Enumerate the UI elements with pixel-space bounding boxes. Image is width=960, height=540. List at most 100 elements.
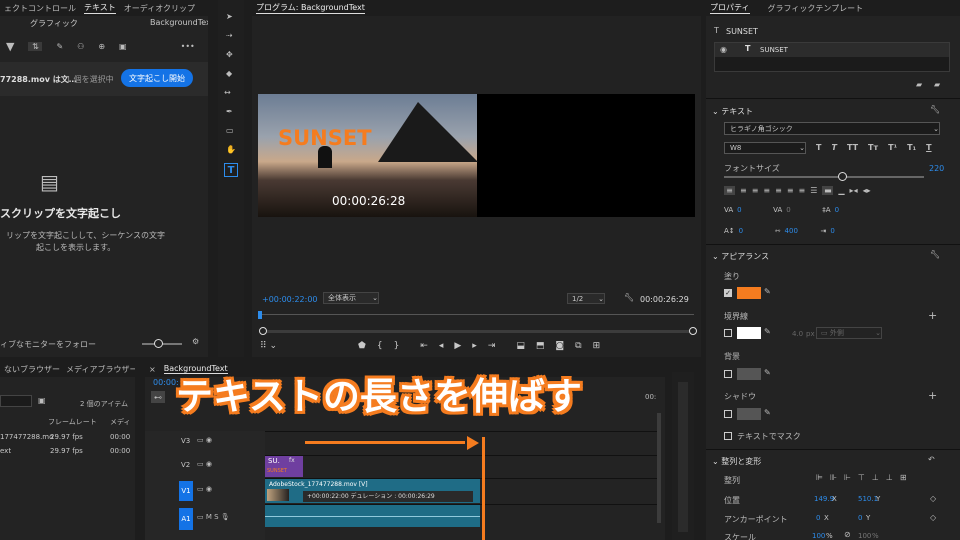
keyframe-icon[interactable]: ◇: [930, 513, 936, 522]
slip-tool-icon[interactable]: ↔: [224, 88, 231, 97]
background-checkbox[interactable]: [724, 370, 732, 378]
anchor-y[interactable]: 0: [858, 514, 862, 522]
table-row[interactable]: 177477288.mo 29.97 fps 00:00: [0, 431, 135, 445]
stroke-position-dropdown[interactable]: ▭ 外側 ⌄: [816, 327, 882, 339]
timeline-scrollbar[interactable]: [657, 413, 661, 523]
transcribe-button[interactable]: 文字起こし開始: [121, 69, 193, 87]
folder-icon[interactable]: ▰: [916, 80, 922, 89]
leading-value[interactable]: 0: [835, 206, 839, 214]
settings-icon[interactable]: ⚙: [192, 337, 199, 346]
track-v3[interactable]: V3: [181, 437, 190, 445]
align-section-title[interactable]: ⌄ 整列と変形: [712, 456, 761, 467]
tab-effect-controls[interactable]: ェクトコントロール: [4, 3, 76, 14]
justify-right-icon[interactable]: ≡: [787, 186, 794, 195]
out-point-icon[interactable]: }: [394, 341, 400, 351]
font-dropdown[interactable]: ヒラギノ角ゴシック ⌄: [724, 122, 940, 135]
smallcaps-icon[interactable]: Tт: [868, 143, 878, 152]
wrench-icon[interactable]: 🔧︎: [624, 293, 634, 302]
more-icon[interactable]: •••: [181, 42, 195, 51]
reset-icon[interactable]: ↶: [928, 455, 935, 464]
fill-swatch[interactable]: [737, 287, 761, 299]
align-right-edge-icon[interactable]: ⊩: [844, 473, 851, 482]
camera-icon[interactable]: ◙: [555, 341, 564, 351]
font-size-thumb[interactable]: [838, 172, 847, 181]
zoom-scrollbar[interactable]: [262, 330, 692, 333]
program-title[interactable]: プログラム: BackgroundText: [256, 2, 365, 14]
track-output-icon[interactable]: ▭ ◉: [197, 436, 212, 444]
search-input[interactable]: [0, 395, 32, 407]
distribute-icon[interactable]: ⊞: [900, 473, 907, 482]
shadow-checkbox[interactable]: [724, 410, 732, 418]
resolution-dropdown[interactable]: 1/2 ⌄: [567, 293, 605, 304]
go-in-icon[interactable]: ⇤: [420, 341, 428, 351]
align-right-icon[interactable]: ≡: [752, 186, 759, 195]
eyedropper-icon[interactable]: ✎: [764, 408, 771, 417]
ltr-icon[interactable]: ▸◂: [850, 186, 858, 195]
font-size-slider[interactable]: [724, 176, 924, 178]
add-shadow-icon[interactable]: +: [928, 389, 937, 402]
fit-dropdown[interactable]: 全体表示 ⌄: [323, 292, 379, 304]
track-select-tool-icon[interactable]: ⇢: [226, 31, 233, 40]
lift-icon[interactable]: ⬓: [516, 341, 525, 351]
align-top-icon[interactable]: ⊤: [858, 473, 865, 482]
safe-margins-icon[interactable]: ⠿ ⌄: [260, 341, 277, 351]
proxy-icon[interactable]: ⊞: [593, 341, 601, 351]
scale-x[interactable]: 100: [812, 532, 825, 540]
tab-width-value[interactable]: 0: [830, 227, 834, 235]
tab-properties[interactable]: プロパティ: [710, 2, 750, 14]
eyedropper-icon[interactable]: ✎: [764, 327, 771, 336]
rectangle-tool-icon[interactable]: ▭: [226, 126, 234, 135]
marker-icon[interactable]: ⬟: [358, 341, 366, 351]
razor-tool-icon[interactable]: ◆: [226, 69, 232, 78]
playhead[interactable]: [258, 311, 262, 319]
eyedropper-icon[interactable]: ✎: [764, 368, 771, 377]
rtl-icon[interactable]: ◂▸: [863, 186, 871, 195]
background-swatch[interactable]: [737, 368, 761, 380]
pen-tool-icon[interactable]: ✒: [226, 107, 233, 116]
align-center-icon[interactable]: ≡: [740, 186, 747, 195]
shadow-swatch[interactable]: [737, 408, 761, 420]
new-bin-icon[interactable]: ▣: [38, 396, 46, 405]
text-section-title[interactable]: ⌄ テキスト: [712, 106, 753, 117]
align-left-edge-icon[interactable]: ⊫: [816, 473, 823, 482]
eyedropper-icon[interactable]: ✎: [764, 287, 771, 296]
fill-checkbox[interactable]: ✓: [724, 289, 732, 297]
filter-icon[interactable]: ▼: [6, 40, 14, 53]
close-icon[interactable]: ×: [149, 365, 156, 374]
align-v-center-icon[interactable]: ⊥: [872, 473, 879, 482]
track-output-icon[interactable]: ▭ ◉: [197, 460, 212, 468]
track-output-icon[interactable]: ▭ ◉: [197, 485, 212, 493]
timeline-timecode[interactable]: 00:00:: [153, 378, 179, 387]
snap-icon[interactable]: ⊷: [151, 391, 165, 403]
tracking-value[interactable]: 0: [786, 206, 818, 214]
tab-project[interactable]: ないブラウザー: [4, 364, 60, 375]
current-timecode[interactable]: +00:00:22:00: [262, 295, 318, 304]
bottom-align-icon[interactable]: ▁: [838, 186, 844, 195]
track-v1[interactable]: V1: [179, 481, 193, 501]
allcaps-icon[interactable]: TT: [847, 143, 858, 152]
table-row[interactable]: ext 29.97 fps 00:00: [0, 445, 135, 459]
baseline-value[interactable]: 0: [739, 227, 771, 235]
tab-text[interactable]: テキスト: [84, 2, 116, 14]
underline-icon[interactable]: T: [926, 143, 931, 152]
superscript-icon[interactable]: T¹: [888, 143, 897, 152]
type-tool-icon[interactable]: T: [224, 163, 238, 177]
justify-all-icon[interactable]: ≡: [799, 186, 806, 195]
new-layer-icon[interactable]: ▰: [934, 80, 940, 89]
col-media[interactable]: メディ: [110, 417, 131, 427]
step-back-icon[interactable]: ◂: [439, 341, 444, 351]
stroke-checkbox[interactable]: [724, 329, 732, 337]
italic-icon[interactable]: T: [831, 143, 836, 152]
extract-icon[interactable]: ⬒: [536, 341, 545, 351]
track-v2[interactable]: V2: [181, 461, 190, 469]
tab-audio-clip[interactable]: オーディオクリップ: [124, 3, 195, 14]
link-icon[interactable]: ⊘: [844, 530, 851, 539]
caption-icon[interactable]: ⇅: [28, 41, 43, 51]
eye-icon[interactable]: ◉: [720, 45, 727, 54]
justify-center-icon[interactable]: ≡: [775, 186, 782, 195]
font-size-value[interactable]: 220: [929, 164, 944, 173]
kerning-value[interactable]: 0: [737, 206, 769, 214]
bold-icon[interactable]: T: [816, 143, 821, 152]
in-point-icon[interactable]: {: [377, 341, 383, 351]
tab-graphics[interactable]: グラフィック: [30, 18, 78, 29]
